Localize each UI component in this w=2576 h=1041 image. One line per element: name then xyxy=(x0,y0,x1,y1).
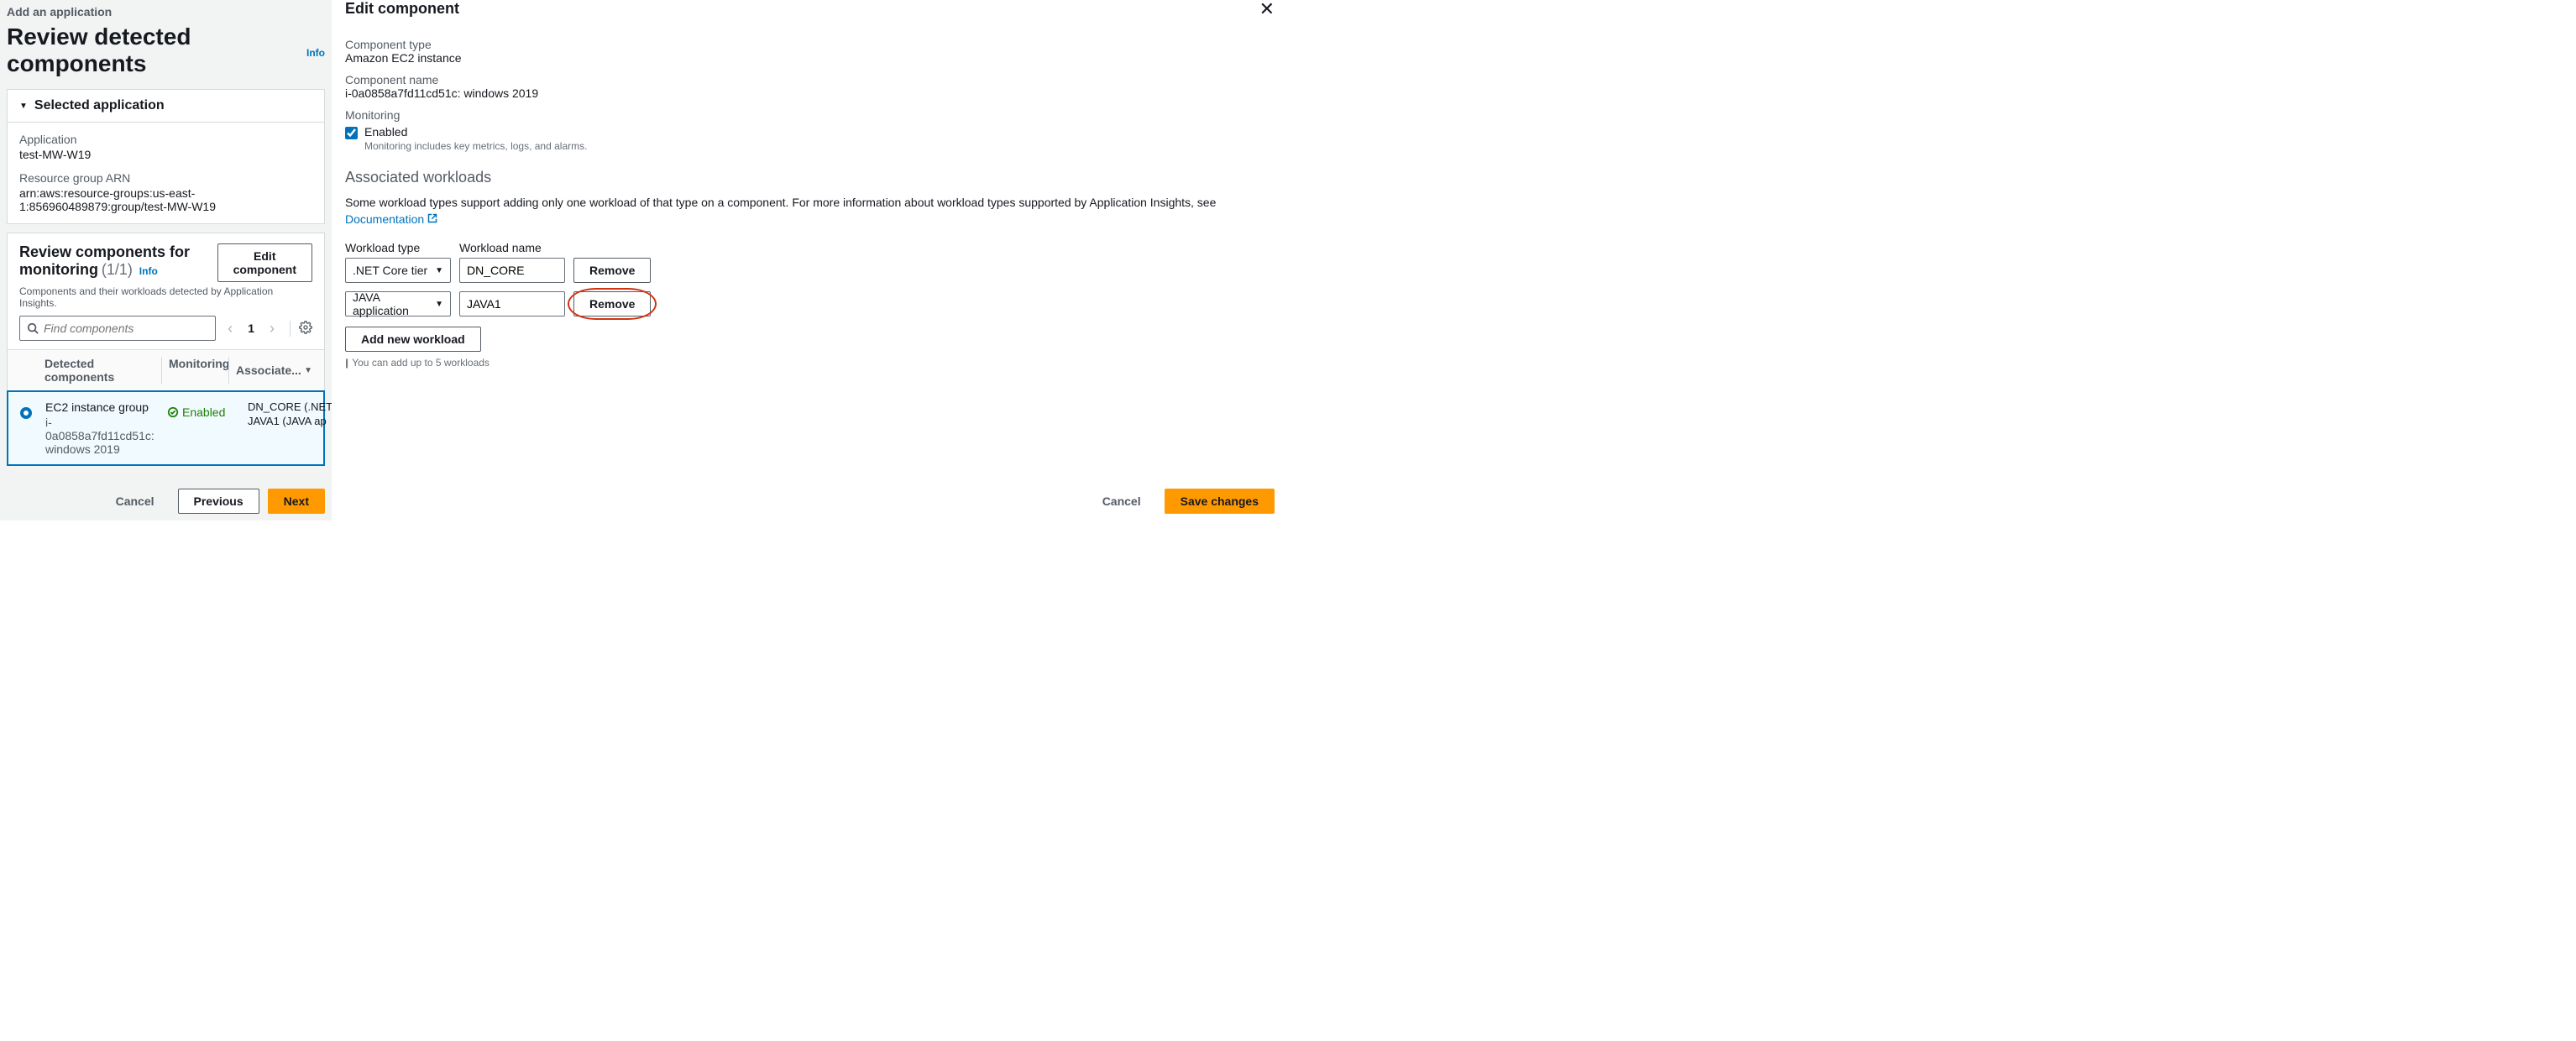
edit-cancel-button[interactable]: Cancel xyxy=(1087,489,1156,513)
enabled-label: Enabled xyxy=(364,125,407,139)
col-monitoring[interactable]: Monitoring xyxy=(161,357,228,384)
workload-row: .NET Core tier ▼ Remove xyxy=(345,258,1275,283)
associated-workloads-desc: Some workload types support adding only … xyxy=(345,195,1275,228)
drag-handle-icon[interactable]: || xyxy=(345,357,347,369)
search-input-wrapper[interactable] xyxy=(19,316,216,341)
enabled-hint: Monitoring includes key metrics, logs, a… xyxy=(364,140,587,152)
close-icon[interactable]: ✕ xyxy=(1259,0,1275,18)
check-circle-icon xyxy=(167,406,179,418)
arn-label: Resource group ARN xyxy=(19,171,312,185)
settings-button[interactable] xyxy=(290,321,312,337)
info-link[interactable]: Info xyxy=(306,47,325,59)
add-new-workload-button[interactable]: Add new workload xyxy=(345,327,481,352)
triangle-down-icon: ▼ xyxy=(19,102,28,111)
page-title: Review detected components xyxy=(7,24,300,77)
monitoring-enabled-checkbox[interactable] xyxy=(345,127,358,139)
review-count: (1/1) xyxy=(102,261,133,278)
search-input[interactable] xyxy=(44,322,208,335)
arn-value: arn:aws:resource-groups:us-east-1:856960… xyxy=(19,186,312,213)
selected-application-panel: ▼ Selected application Application test-… xyxy=(7,89,325,224)
monitoring-label: Monitoring xyxy=(345,108,1275,122)
breadcrumb: Add an application xyxy=(7,3,325,24)
review-components-panel: Review components for monitoring (1/1) I… xyxy=(7,233,325,466)
next-button[interactable]: Next xyxy=(268,489,325,514)
chevron-down-icon: ▼ xyxy=(435,266,443,275)
gear-icon xyxy=(299,321,312,334)
selected-app-title: Selected application xyxy=(34,98,165,113)
external-link-icon xyxy=(427,212,437,226)
component-name-label: Component name xyxy=(345,73,1275,86)
table-header: Detected components Monitoring Associate… xyxy=(8,349,324,391)
triangle-down-icon: ▼ xyxy=(304,366,312,375)
component-type-label: Component type xyxy=(345,38,1275,51)
workload-row: JAVA application ▼ Remove xyxy=(345,291,1275,316)
list-item: JAVA1 (JAVA ap xyxy=(248,415,332,427)
row-associated-list: DN_CORE (.NET JAVA1 (JAVA ap xyxy=(234,400,332,429)
panel-header-selected-app[interactable]: ▼ Selected application xyxy=(8,90,324,123)
cancel-button[interactable]: Cancel xyxy=(101,489,170,513)
workload-name-input[interactable] xyxy=(459,291,565,316)
workload-type-select[interactable]: JAVA application ▼ xyxy=(345,291,451,316)
row-sub: i-0a0858a7fd11cd51c: windows 2019 xyxy=(45,416,160,456)
col-associated[interactable]: Associate... ▼ xyxy=(228,357,312,384)
workload-limit-hint: You can add up to 5 workloads xyxy=(352,357,490,369)
previous-button[interactable]: Previous xyxy=(178,489,259,514)
application-label: Application xyxy=(19,133,312,146)
application-value: test-MW-W19 xyxy=(19,148,312,161)
workload-type-select[interactable]: .NET Core tier ▼ xyxy=(345,258,451,283)
list-item: DN_CORE (.NET xyxy=(248,400,332,413)
pager-page-number: 1 xyxy=(244,322,258,335)
edit-component-title: Edit component xyxy=(345,0,459,18)
table-row[interactable]: EC2 instance group i-0a0858a7fd11cd51c: … xyxy=(7,390,325,466)
component-name-value: i-0a0858a7fd11cd51c: windows 2019 xyxy=(345,86,1275,100)
pager-next-icon: › xyxy=(264,320,280,337)
edit-component-button[interactable]: Edit component xyxy=(217,243,312,282)
radio-selected-icon[interactable] xyxy=(20,407,32,419)
remove-workload-button[interactable]: Remove xyxy=(573,258,651,283)
review-subtitle: Components and their workloads detected … xyxy=(8,285,324,316)
workload-name-input[interactable] xyxy=(459,258,565,283)
review-info-link[interactable]: Info xyxy=(139,265,158,277)
chevron-down-icon: ▼ xyxy=(435,300,443,309)
documentation-link[interactable]: Documentation xyxy=(345,212,424,226)
associated-workloads-title: Associated workloads xyxy=(345,169,1275,186)
save-changes-button[interactable]: Save changes xyxy=(1165,489,1275,514)
workload-type-header: Workload type xyxy=(345,241,451,254)
row-name: EC2 instance group xyxy=(45,400,160,414)
pager-prev-icon: ‹ xyxy=(223,320,238,337)
workload-name-header: Workload name xyxy=(459,241,565,254)
row-monitoring-status: Enabled xyxy=(167,405,228,419)
col-detected-components[interactable]: Detected components xyxy=(39,357,161,384)
component-type-value: Amazon EC2 instance xyxy=(345,51,1275,65)
remove-workload-button[interactable]: Remove xyxy=(573,291,651,316)
search-icon xyxy=(27,322,39,334)
